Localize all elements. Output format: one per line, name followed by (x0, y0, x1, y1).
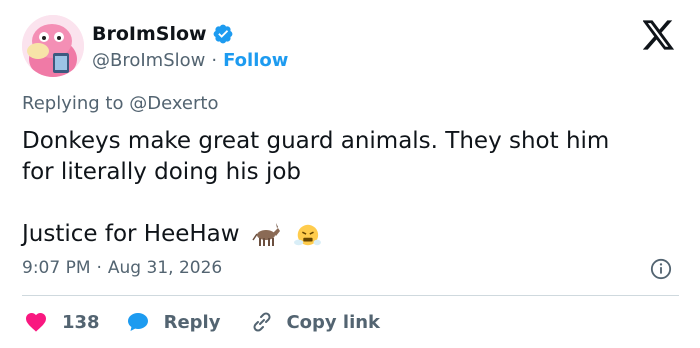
separator-dot: · (211, 50, 218, 71)
reply-button[interactable]: Reply (126, 310, 221, 334)
follow-button[interactable]: Follow (223, 50, 288, 71)
info-icon[interactable] (650, 258, 672, 280)
tweet-line-3: Justice for HeeHaw (22, 221, 240, 247)
display-name[interactable]: BroImSlow (92, 23, 207, 45)
tweet-card: BroImSlow @BroImSlow · Follow Replying t… (0, 0, 700, 348)
replying-prefix: Replying to (22, 93, 130, 114)
like-count: 138 (62, 311, 100, 333)
handle[interactable]: @BroImSlow (92, 50, 205, 71)
x-logo-icon[interactable] (643, 20, 675, 50)
tweet-line-1: Donkeys make great guard animals. They s… (22, 128, 610, 154)
author-block: BroImSlow @BroImSlow · Follow (92, 22, 288, 71)
reply-bubble-icon (127, 313, 148, 331)
reply-label: Reply (163, 311, 221, 333)
avatar[interactable] (22, 15, 84, 77)
angry-face-steam-icon (294, 224, 322, 245)
copy-link-label: Copy link (286, 311, 381, 333)
like-button[interactable]: 138 (24, 310, 100, 334)
handle-row: @BroImSlow · Follow (92, 50, 288, 71)
reply-mention-link[interactable]: @Dexerto (129, 93, 218, 114)
slowpoke-avatar-icon (22, 15, 84, 77)
copy-link-button[interactable]: Copy link (250, 310, 380, 334)
action-bar: 138 Reply Copy link (22, 307, 380, 337)
heart-icon (26, 313, 46, 332)
tweet-text: Donkeys make great guard animals. They s… (22, 126, 682, 250)
tweet-time: 9:07 PM (22, 258, 91, 278)
meta-separator: · (96, 258, 102, 278)
reply-context: Replying to @Dexerto (22, 93, 218, 114)
tweet-line-3-row: Justice for HeeHaw (22, 219, 682, 250)
tweet-line-2: for literally doing his job (22, 159, 302, 185)
tweet-date: Aug 31, 2026 (107, 258, 223, 278)
link-icon (253, 312, 271, 332)
donkey-icon (252, 222, 280, 246)
name-row: BroImSlow (92, 22, 288, 46)
timestamp-link[interactable]: 9:07 PM · Aug 31, 2026 (22, 258, 222, 278)
verified-badge-icon (213, 24, 232, 44)
divider (22, 295, 679, 296)
